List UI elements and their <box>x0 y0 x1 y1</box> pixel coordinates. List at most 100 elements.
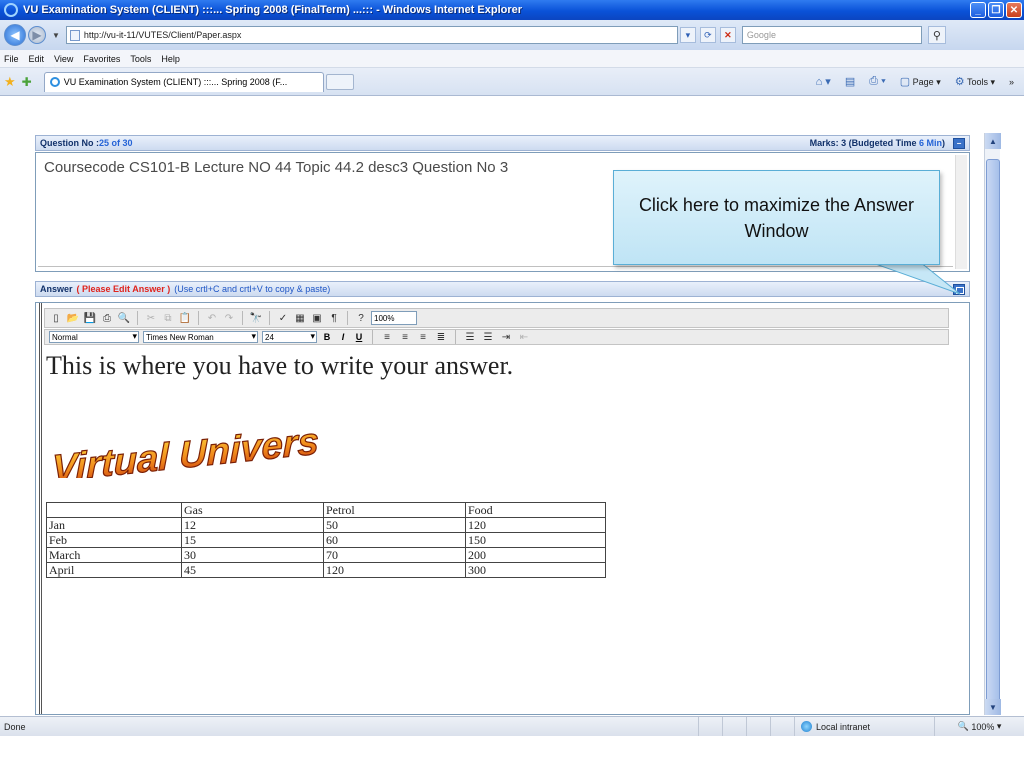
table-cell: 200 <box>465 547 606 563</box>
new-tab-button[interactable] <box>325 73 354 90</box>
menu-file[interactable]: File <box>4 54 19 64</box>
cut-icon[interactable]: ✂ <box>144 311 158 325</box>
page-icon: ▢ <box>899 76 911 88</box>
justify-icon[interactable]: ≣ <box>434 330 448 344</box>
undo-icon[interactable]: ↶ <box>205 311 219 325</box>
bullet-list-icon[interactable]: ☰ <box>481 330 495 344</box>
answer-body-text: This is where you have to write your ans… <box>46 351 514 380</box>
status-cells: Local intranet 🔍 100% ▾ <box>698 717 1024 736</box>
search-icon[interactable]: ⚲ <box>927 26 946 44</box>
table-cell: 120 <box>465 517 606 533</box>
security-zone[interactable]: Local intranet <box>794 717 934 736</box>
find-icon[interactable]: 🔭 <box>249 311 263 325</box>
insert-table-icon[interactable]: ▦ <box>293 311 307 325</box>
tab-bar: ★ ✚ VU Examination System (CLIENT) :::..… <box>0 68 1024 96</box>
scroll-up-icon[interactable]: ▲ <box>985 133 1001 149</box>
answer-editor[interactable]: ▯ 📂 💾 ⎙ 🔍 ✂ ⧉ 📋 ↶ ↷ 🔭 ✓ ▦ ▣ ¶ ? 100% Nor… <box>35 302 970 715</box>
minimize-button[interactable]: _ <box>970 2 986 18</box>
status-text: Done <box>4 721 26 732</box>
save-icon[interactable]: 💾 <box>83 311 97 325</box>
status-cell <box>770 717 794 736</box>
close-button[interactable]: ✕ <box>1006 2 1022 18</box>
tab-exam-page[interactable]: VU Examination System (CLIENT) :::... Sp… <box>43 71 324 92</box>
print-preview-icon[interactable]: 🔍 <box>117 311 131 325</box>
budgeted-time: 6 Min <box>918 138 942 148</box>
align-center-icon[interactable]: ≡ <box>398 330 412 344</box>
table-header-cell: Gas <box>181 502 324 518</box>
tools-menu[interactable]: ⚙ Tools ▾ <box>955 75 995 88</box>
chevron-more-icon[interactable]: » <box>1009 77 1014 87</box>
outdent-icon[interactable]: ⇤ <box>517 330 531 344</box>
align-left-icon[interactable]: ≡ <box>380 330 394 344</box>
bold-button[interactable]: B <box>321 332 333 342</box>
copy-icon[interactable]: ⧉ <box>161 311 175 325</box>
forward-button[interactable]: ▶ <box>28 26 46 44</box>
home-icon[interactable]: ⌂ ▾ <box>816 75 831 88</box>
address-dropdown-icon[interactable]: ▾ <box>679 27 696 43</box>
address-input[interactable]: http://vu-it-11/VUTES/Client/Paper.aspx <box>65 26 678 44</box>
edit-answer-hint: ( Please Edit Answer ) <box>76 284 171 294</box>
zoom-select[interactable]: 100% <box>371 311 417 325</box>
toolbar-separator <box>269 311 270 325</box>
marks-label: Marks: 3 (Budgeted Time <box>809 138 919 148</box>
favorites-star-icon[interactable]: ★ <box>4 74 16 90</box>
status-cell <box>698 717 722 736</box>
table-header-cell: Petrol <box>323 502 466 518</box>
paragraph-icon[interactable]: ¶ <box>327 311 341 325</box>
table-cell: 300 <box>465 562 606 578</box>
insert-image-icon[interactable]: ▣ <box>310 311 324 325</box>
question-collapse-button[interactable]: − <box>953 138 965 149</box>
zoom-dropdown-icon: ▾ <box>994 721 1002 731</box>
print-doc-icon[interactable]: ⎙ <box>100 311 114 325</box>
menu-edit[interactable]: Edit <box>29 54 45 64</box>
style-select[interactable]: Normal <box>49 331 139 343</box>
table-cell: March <box>46 547 182 563</box>
font-select[interactable]: Times New Roman <box>143 331 258 343</box>
menu-help[interactable]: Help <box>161 54 180 64</box>
menu-view[interactable]: View <box>54 54 73 64</box>
table-cell: April <box>46 562 182 578</box>
paste-icon[interactable]: 📋 <box>178 311 192 325</box>
open-folder-icon[interactable]: 📂 <box>66 311 80 325</box>
feeds-icon[interactable]: ▤ <box>845 75 855 88</box>
history-dropdown-icon[interactable]: ▼ <box>52 31 60 40</box>
menu-tools[interactable]: Tools <box>130 54 151 64</box>
size-select[interactable]: 24 <box>262 331 317 343</box>
redo-icon[interactable]: ↷ <box>222 311 236 325</box>
scroll-down-icon[interactable]: ▼ <box>985 699 1001 715</box>
back-button[interactable]: ◀ <box>4 24 26 46</box>
print-icon[interactable]: ⎙ ▾ <box>869 75 885 88</box>
table-cell: 70 <box>323 547 466 563</box>
numbered-list-icon[interactable]: ☰ <box>463 330 477 344</box>
underline-button[interactable]: U <box>353 332 365 342</box>
help-icon[interactable]: ? <box>354 311 368 325</box>
spellcheck-icon[interactable]: ✓ <box>276 311 290 325</box>
page-menu[interactable]: ▢ Page ▾ <box>900 75 941 88</box>
zoom-magnifier-icon: 🔍 <box>957 721 972 731</box>
table-cell: 15 <box>181 532 324 548</box>
page-scrollbar[interactable]: ▲ ▼ <box>984 133 1001 715</box>
italic-button[interactable]: I <box>337 332 349 342</box>
zone-label: Local intranet <box>816 721 871 732</box>
table-header-row: Gas Petrol Food <box>46 502 606 518</box>
add-favorite-icon[interactable]: ✚ <box>22 75 32 89</box>
scroll-thumb[interactable] <box>986 159 1000 714</box>
question-divider <box>38 266 953 267</box>
stop-icon[interactable]: ✕ <box>719 27 736 43</box>
zoom-level[interactable]: 🔍 100% ▾ <box>934 717 1024 736</box>
table-cell: 60 <box>323 532 466 548</box>
refresh-icon[interactable]: ⟳ <box>699 27 716 43</box>
menu-favorites[interactable]: Favorites <box>83 54 120 64</box>
align-right-icon[interactable]: ≡ <box>416 330 430 344</box>
search-input[interactable]: Google <box>741 26 922 44</box>
table-cell: 50 <box>323 517 466 533</box>
table-cell: 150 <box>465 532 606 548</box>
restore-button[interactable]: ❐ <box>988 2 1004 18</box>
indent-icon[interactable]: ⇥ <box>499 330 513 344</box>
question-scrollbar[interactable] <box>955 155 967 269</box>
table-row: Feb 15 60 150 <box>46 532 606 548</box>
answer-header: Answer ( Please Edit Answer ) (Use crtl+… <box>35 281 970 297</box>
editor-left-rule <box>39 303 42 714</box>
new-doc-icon[interactable]: ▯ <box>49 311 63 325</box>
table-cell: 120 <box>323 562 466 578</box>
